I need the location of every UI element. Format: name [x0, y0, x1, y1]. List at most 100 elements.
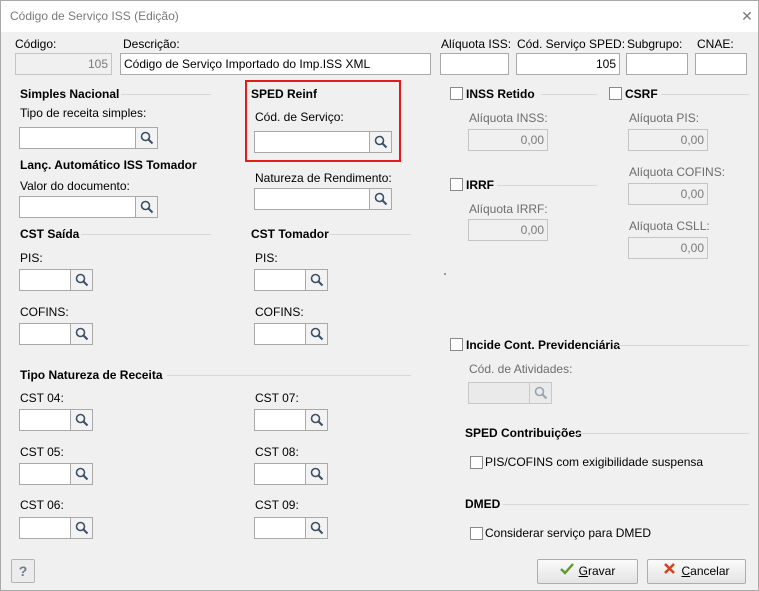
- search-button[interactable]: [530, 382, 552, 404]
- subgrupo-field[interactable]: [626, 53, 688, 75]
- natureza-rendimento-input[interactable]: [254, 188, 370, 210]
- aliquota-irrf-field[interactable]: 0,00: [468, 219, 548, 241]
- dmed-checkbox[interactable]: [470, 527, 483, 540]
- codigo-label: Código:: [15, 37, 57, 51]
- cst-saida-heading: CST Saída: [20, 227, 80, 241]
- cancelar-button[interactable]: Cancelar: [647, 559, 746, 584]
- cancelar-label: ancelar: [690, 564, 730, 578]
- previdenciaria-checkbox[interactable]: [450, 338, 463, 351]
- cod-sped-label: Cód. Serviço SPED:: [517, 37, 626, 51]
- search-button[interactable]: [306, 517, 328, 539]
- irrf-label: IRRF: [466, 178, 494, 192]
- pis-cofins-suspensa-checkbox[interactable]: [470, 456, 483, 469]
- cod-atividades-label: Cód. de Atividades:: [469, 362, 573, 376]
- cst08-lookup[interactable]: [254, 463, 328, 485]
- search-button[interactable]: [136, 196, 158, 218]
- cst04-input[interactable]: [19, 409, 71, 431]
- aliquota-pis-field[interactable]: 0,00: [628, 129, 708, 151]
- cst07-label: CST 07:: [255, 391, 299, 405]
- search-button[interactable]: [306, 463, 328, 485]
- cst-tomador-cofins-lookup[interactable]: [254, 323, 328, 345]
- search-button[interactable]: [306, 269, 328, 291]
- csrf-checkbox[interactable]: [609, 87, 622, 100]
- irrf-checkbox[interactable]: [450, 178, 463, 191]
- cst-tomador-pis-input[interactable]: [254, 269, 306, 291]
- subgrupo-label: Subgrupo:: [627, 37, 683, 51]
- lanc-heading: Lanç. Automático ISS Tomador: [20, 158, 197, 172]
- cst09-lookup[interactable]: [254, 517, 328, 539]
- cst06-label: CST 06:: [20, 498, 64, 512]
- aliquota-inss-label: Alíquota INSS:: [469, 111, 548, 125]
- cst-saida-pis-input[interactable]: [19, 269, 71, 291]
- cst05-input[interactable]: [19, 463, 71, 485]
- search-icon: [75, 521, 89, 535]
- tipo-receita-lookup[interactable]: [19, 127, 158, 149]
- cod-atividades-input[interactable]: [468, 382, 530, 404]
- cst06-lookup[interactable]: [19, 517, 93, 539]
- cod-sped-field[interactable]: 105: [516, 53, 620, 75]
- natureza-rendimento-lookup[interactable]: [254, 188, 392, 210]
- cnae-field[interactable]: [695, 53, 747, 75]
- divider: [121, 94, 211, 95]
- window-title: Código de Serviço ISS (Edição): [10, 9, 179, 23]
- close-icon[interactable]: ✕: [740, 8, 754, 24]
- search-button[interactable]: [306, 323, 328, 345]
- cst-saida-pis-lookup[interactable]: [19, 269, 93, 291]
- search-icon: [75, 327, 89, 341]
- tipo-receita-input[interactable]: [19, 127, 136, 149]
- cst-tomador-cofins-input[interactable]: [254, 323, 306, 345]
- cst-saida-cofins-input[interactable]: [19, 323, 71, 345]
- gravar-label: ravar: [588, 564, 616, 578]
- dialog-window: Código de Serviço ISS (Edição) ✕ Código:…: [0, 0, 759, 591]
- search-button[interactable]: [71, 269, 93, 291]
- divider: [503, 504, 749, 505]
- gravar-button[interactable]: Gravar: [537, 559, 638, 584]
- search-icon: [75, 273, 89, 287]
- search-button[interactable]: [136, 127, 158, 149]
- search-icon: [140, 200, 154, 214]
- search-button[interactable]: [71, 463, 93, 485]
- aliquota-iss-field[interactable]: [440, 53, 509, 75]
- cst-saida-cofins-label: COFINS:: [20, 305, 69, 319]
- help-button[interactable]: ?: [11, 559, 35, 583]
- cst-tomador-pis-lookup[interactable]: [254, 269, 328, 291]
- search-button[interactable]: [370, 188, 392, 210]
- cst09-input[interactable]: [254, 517, 306, 539]
- search-icon: [374, 192, 388, 206]
- cst05-label: CST 05:: [20, 445, 64, 459]
- search-button[interactable]: [306, 409, 328, 431]
- aliquota-csll-field[interactable]: 0,00: [628, 237, 708, 259]
- check-icon: [559, 560, 574, 583]
- inss-checkbox[interactable]: [450, 87, 463, 100]
- csrf-label: CSRF: [625, 87, 658, 101]
- search-button[interactable]: [71, 323, 93, 345]
- search-icon: [310, 467, 324, 481]
- cod-atividades-lookup[interactable]: [468, 382, 552, 404]
- cst08-input[interactable]: [254, 463, 306, 485]
- aliquota-pis-label: Alíquota PIS:: [629, 111, 700, 125]
- cst09-label: CST 09:: [255, 498, 299, 512]
- divider: [617, 345, 749, 346]
- descricao-field[interactable]: Código de Serviço Importado do Imp.ISS X…: [120, 53, 431, 75]
- aliquota-inss-field[interactable]: 0,00: [468, 129, 548, 151]
- search-button[interactable]: [71, 409, 93, 431]
- cst04-lookup[interactable]: [19, 409, 93, 431]
- cst-tomador-pis-label: PIS:: [255, 251, 278, 265]
- pis-cofins-suspensa-label: PIS/COFINS com exigibilidade suspensa: [485, 455, 704, 469]
- aliquota-iss-label: Alíquota ISS:: [441, 37, 512, 51]
- divider: [661, 94, 749, 95]
- search-icon: [140, 131, 154, 145]
- cst-saida-cofins-lookup[interactable]: [19, 323, 93, 345]
- cst06-input[interactable]: [19, 517, 71, 539]
- valor-documento-lookup[interactable]: [19, 196, 158, 218]
- search-icon: [310, 273, 324, 287]
- cst07-input[interactable]: [254, 409, 306, 431]
- search-button[interactable]: [71, 517, 93, 539]
- divider: [167, 375, 411, 376]
- aliquota-cofins-field[interactable]: 0,00: [628, 183, 708, 205]
- valor-documento-input[interactable]: [19, 196, 136, 218]
- cst05-lookup[interactable]: [19, 463, 93, 485]
- natureza-rendimento-label: Natureza de Rendimento:: [255, 171, 392, 185]
- cst07-lookup[interactable]: [254, 409, 328, 431]
- codigo-field[interactable]: 105: [15, 53, 112, 75]
